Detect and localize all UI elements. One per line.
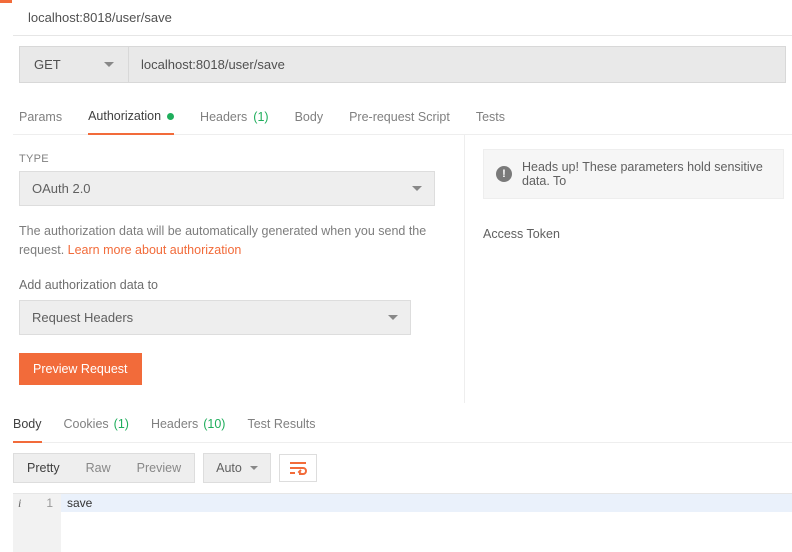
add-authdata-label: Add authorization data to: [19, 278, 454, 292]
format-value: Auto: [216, 461, 242, 475]
resp-tab-headers-label: Headers: [151, 417, 198, 431]
add-authdata-value: Request Headers: [32, 310, 133, 325]
response-tabs: Body Cookies (1) Headers (10) Test Resul…: [13, 411, 792, 443]
chevron-down-icon: [250, 466, 258, 470]
chevron-down-icon: [104, 62, 114, 67]
response-line-1: save: [61, 494, 792, 512]
auth-type-label: TYPE: [19, 153, 454, 165]
active-dot-icon: [167, 113, 174, 120]
sensitive-data-notice: ! Heads up! These parameters hold sensit…: [483, 149, 784, 199]
learn-more-link[interactable]: Learn more about authorization: [68, 243, 242, 257]
tab-headers-count: (1): [253, 110, 268, 124]
add-authdata-select[interactable]: Request Headers: [19, 300, 411, 335]
resp-tab-cookies[interactable]: Cookies (1): [64, 411, 129, 442]
response-toolbar: Pretty Raw Preview Auto: [13, 443, 792, 493]
http-method-select[interactable]: GET: [19, 46, 129, 83]
tab-prerequest[interactable]: Pre-request Script: [349, 101, 450, 134]
view-pretty[interactable]: Pretty: [14, 454, 73, 482]
auth-right-panel: ! Heads up! These parameters hold sensit…: [465, 135, 792, 403]
auth-description: The authorization data will be automatic…: [19, 222, 435, 260]
request-tab-title[interactable]: localhost:8018/user/save: [13, 2, 187, 35]
preview-request-button[interactable]: Preview Request: [19, 353, 142, 385]
tab-headers[interactable]: Headers (1): [200, 101, 269, 134]
auth-type-value: OAuth 2.0: [32, 181, 91, 196]
gutter-rest: [13, 512, 61, 552]
line-gutter: i 1: [13, 494, 61, 512]
auth-type-select[interactable]: OAuth 2.0: [19, 171, 435, 206]
request-subtabs: Params Authorization Headers (1) Body Pr…: [13, 101, 792, 135]
line-number: 1: [46, 496, 53, 510]
request-row: GET localhost:8018/user/save: [19, 46, 786, 83]
auth-panel: TYPE OAuth 2.0 The authorization data wi…: [13, 135, 465, 403]
resp-tab-testresults[interactable]: Test Results: [247, 411, 315, 442]
view-preview[interactable]: Preview: [124, 454, 194, 482]
notice-text: Heads up! These parameters hold sensitiv…: [522, 160, 771, 188]
tab-authorization-label: Authorization: [88, 109, 161, 123]
chevron-down-icon: [388, 315, 398, 320]
tab-authorization[interactable]: Authorization: [88, 101, 174, 135]
url-input[interactable]: localhost:8018/user/save: [129, 46, 786, 83]
info-glyph-icon: i: [18, 496, 21, 511]
resp-tab-cookies-count: (1): [114, 417, 129, 431]
tab-params[interactable]: Params: [19, 101, 62, 134]
view-raw[interactable]: Raw: [73, 454, 124, 482]
chevron-down-icon: [412, 186, 422, 191]
info-icon: !: [496, 166, 512, 182]
wrap-lines-button[interactable]: [279, 454, 317, 482]
view-mode-segment: Pretty Raw Preview: [13, 453, 195, 483]
access-token-label: Access Token: [483, 227, 784, 241]
tab-body[interactable]: Body: [295, 101, 324, 134]
resp-tab-body[interactable]: Body: [13, 411, 42, 443]
response-body-area[interactable]: i 1 save: [13, 493, 792, 552]
tab-tests[interactable]: Tests: [476, 101, 505, 134]
resp-tab-headers[interactable]: Headers (10): [151, 411, 225, 442]
format-select[interactable]: Auto: [203, 453, 271, 483]
tab-headers-label: Headers: [200, 110, 247, 124]
request-tabs-bar: localhost:8018/user/save: [13, 2, 792, 36]
wrap-icon: [289, 461, 307, 475]
http-method-value: GET: [34, 57, 61, 72]
resp-tab-headers-count: (10): [203, 417, 225, 431]
resp-tab-cookies-label: Cookies: [64, 417, 109, 431]
